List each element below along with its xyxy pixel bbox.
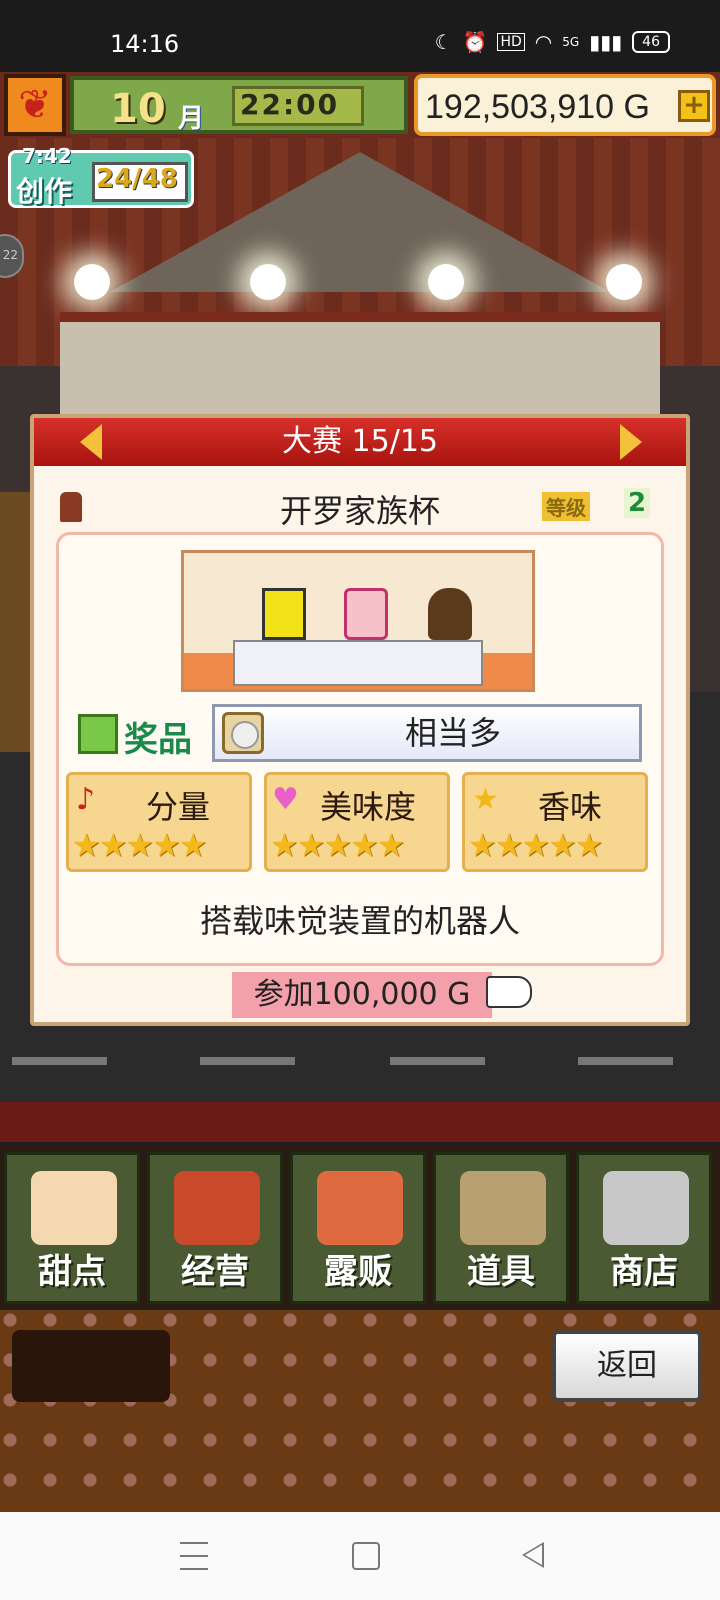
gift-icon (78, 714, 118, 754)
status-time: 14:16 (110, 30, 180, 58)
street-band (0, 1102, 720, 1142)
back-button[interactable]: 返回 (552, 1330, 702, 1402)
maple-leaf-icon[interactable]: ❦ (4, 74, 66, 136)
note-icon: ♪ (76, 782, 96, 817)
craft-count: 24/48 (96, 164, 178, 194)
menu-manage-button[interactable]: 经营 (147, 1152, 283, 1304)
add-money-button[interactable]: + (678, 90, 710, 122)
cart-icon (603, 1171, 689, 1245)
menu-label: 露贩 (324, 1252, 392, 1292)
menu-items-button[interactable]: 道具 (433, 1152, 569, 1304)
roof-light (250, 264, 286, 300)
road-marking (200, 1057, 295, 1065)
tools-icon (460, 1171, 546, 1245)
road-marking (12, 1057, 107, 1065)
money-amount: 192,503,910 G (425, 88, 650, 126)
month-label: 月 (178, 104, 205, 134)
cake-icon (31, 1171, 117, 1245)
roof-light (428, 264, 464, 300)
moon-icon: ☾ (434, 30, 453, 54)
alarm-icon: ⏰ (462, 30, 488, 54)
menu-food-truck-button[interactable]: 露贩 (290, 1152, 426, 1304)
pointing-hand-icon (486, 976, 532, 1008)
contest-header-title: 大赛 15/15 (282, 424, 438, 459)
rank-value: 2 (624, 488, 651, 518)
star-icon: ★ (472, 782, 499, 817)
menu-store-button[interactable]: 商店 (576, 1152, 712, 1304)
status-bar: 14:16 ☾ ⏰ HD ◠ 5G ▮▮▮ 46 (0, 0, 720, 72)
wifi-icon: ◠ (534, 30, 553, 54)
signal-label: 5G (562, 35, 580, 49)
menu-label: 经营 (181, 1252, 249, 1292)
status-icons: ☾ ⏰ HD ◠ 5G ▮▮▮ 46 (435, 30, 670, 54)
signal-icon: ▮▮▮ (589, 30, 623, 54)
food-truck-icon (317, 1171, 403, 1245)
robot-judge-icon (262, 588, 306, 640)
road-marking (578, 1057, 673, 1065)
stars-amount: ★★★★★ (72, 826, 207, 864)
menu-dessert-button[interactable]: 甜点 (4, 1152, 140, 1304)
stars-aroma: ★★★★★ (468, 826, 603, 864)
month-number: 10 (110, 86, 166, 132)
hd-badge: HD (497, 33, 525, 51)
prize-value: 相当多 (404, 714, 501, 752)
recent-apps-icon[interactable] (180, 1542, 208, 1570)
home-icon[interactable] (352, 1542, 380, 1570)
judges-table (233, 640, 483, 686)
roof-light (606, 264, 642, 300)
stars-taste: ★★★★★ (270, 826, 405, 864)
menu-label: 道具 (467, 1252, 535, 1292)
girl-judge-icon (344, 588, 388, 640)
game-clock: 22:00 (240, 88, 340, 121)
contest-description: 搭载味觉装置的机器人 (199, 902, 520, 940)
prize-label: 奖品 (124, 720, 192, 760)
monkey-judge-icon (428, 588, 472, 640)
stat-label-aroma: 香味 (538, 788, 603, 826)
road-marking (390, 1057, 485, 1065)
back-icon[interactable] (522, 1542, 544, 1568)
info-slot (12, 1330, 170, 1402)
stat-label-amount: 分量 (146, 788, 211, 826)
contest-name: 开罗家族杯 (279, 492, 440, 530)
menu-label: 商店 (610, 1252, 678, 1292)
rank-tag: 等级 (542, 492, 590, 521)
system-nav-bar (0, 1512, 720, 1600)
roof-light (74, 264, 110, 300)
prev-contest-arrow-icon[interactable] (80, 424, 102, 460)
menu-label: 甜点 (38, 1252, 106, 1292)
enter-contest-button[interactable]: 参加100,000 G (232, 972, 492, 1018)
stat-label-taste: 美味度 (320, 788, 417, 826)
next-contest-arrow-icon[interactable] (620, 424, 642, 460)
craft-timer: 7:42 (22, 144, 72, 168)
heart-icon: ♥ (272, 782, 299, 817)
battery-indicator: 46 (632, 31, 670, 53)
shop-icon (174, 1171, 260, 1245)
coin-icon (222, 712, 264, 754)
craft-label: 创作 (16, 175, 73, 208)
